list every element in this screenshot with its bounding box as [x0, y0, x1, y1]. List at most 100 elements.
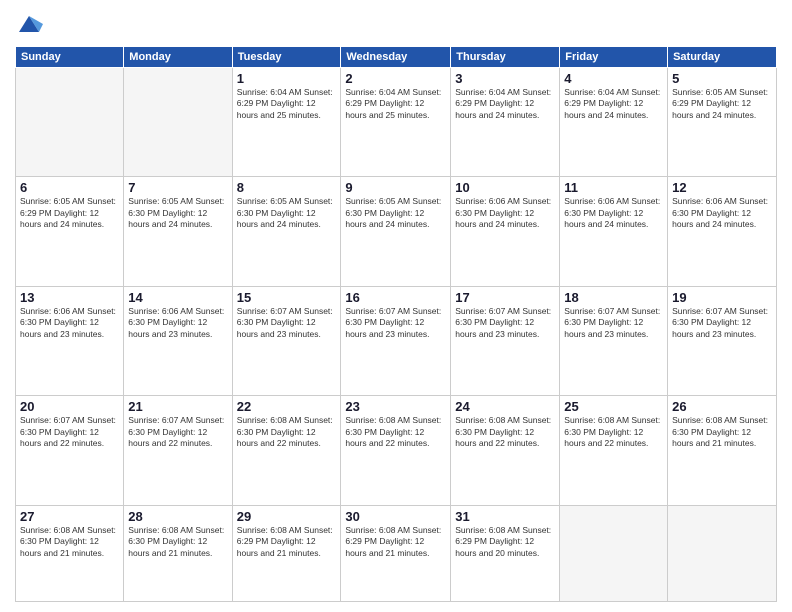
day-detail: Sunrise: 6:08 AM Sunset: 6:30 PM Dayligh… [455, 415, 555, 449]
day-detail: Sunrise: 6:04 AM Sunset: 6:29 PM Dayligh… [564, 87, 663, 121]
day-detail: Sunrise: 6:08 AM Sunset: 6:29 PM Dayligh… [237, 525, 337, 559]
calendar-cell [668, 505, 777, 601]
day-detail: Sunrise: 6:08 AM Sunset: 6:30 PM Dayligh… [128, 525, 227, 559]
day-number: 7 [128, 180, 227, 195]
weekday-header-thursday: Thursday [451, 47, 560, 68]
calendar-cell: 21Sunrise: 6:07 AM Sunset: 6:30 PM Dayli… [124, 396, 232, 505]
day-detail: Sunrise: 6:08 AM Sunset: 6:30 PM Dayligh… [345, 415, 446, 449]
day-detail: Sunrise: 6:08 AM Sunset: 6:29 PM Dayligh… [345, 525, 446, 559]
calendar-cell: 26Sunrise: 6:08 AM Sunset: 6:30 PM Dayli… [668, 396, 777, 505]
day-detail: Sunrise: 6:07 AM Sunset: 6:30 PM Dayligh… [672, 306, 772, 340]
day-detail: Sunrise: 6:06 AM Sunset: 6:30 PM Dayligh… [564, 196, 663, 230]
day-number: 13 [20, 290, 119, 305]
day-number: 21 [128, 399, 227, 414]
day-number: 31 [455, 509, 555, 524]
day-number: 4 [564, 71, 663, 86]
day-number: 14 [128, 290, 227, 305]
calendar-cell: 10Sunrise: 6:06 AM Sunset: 6:30 PM Dayli… [451, 177, 560, 286]
calendar-week-row: 13Sunrise: 6:06 AM Sunset: 6:30 PM Dayli… [16, 286, 777, 395]
calendar-cell: 8Sunrise: 6:05 AM Sunset: 6:30 PM Daylig… [232, 177, 341, 286]
calendar-cell: 23Sunrise: 6:08 AM Sunset: 6:30 PM Dayli… [341, 396, 451, 505]
logo [15, 10, 47, 38]
day-number: 22 [237, 399, 337, 414]
calendar-cell [124, 68, 232, 177]
calendar-cell: 17Sunrise: 6:07 AM Sunset: 6:30 PM Dayli… [451, 286, 560, 395]
calendar-cell: 27Sunrise: 6:08 AM Sunset: 6:30 PM Dayli… [16, 505, 124, 601]
calendar-header: SundayMondayTuesdayWednesdayThursdayFrid… [16, 47, 777, 68]
calendar-cell: 29Sunrise: 6:08 AM Sunset: 6:29 PM Dayli… [232, 505, 341, 601]
day-number: 3 [455, 71, 555, 86]
calendar-week-row: 6Sunrise: 6:05 AM Sunset: 6:29 PM Daylig… [16, 177, 777, 286]
day-detail: Sunrise: 6:07 AM Sunset: 6:30 PM Dayligh… [128, 415, 227, 449]
calendar-cell: 3Sunrise: 6:04 AM Sunset: 6:29 PM Daylig… [451, 68, 560, 177]
day-number: 18 [564, 290, 663, 305]
day-detail: Sunrise: 6:07 AM Sunset: 6:30 PM Dayligh… [237, 306, 337, 340]
calendar-week-row: 1Sunrise: 6:04 AM Sunset: 6:29 PM Daylig… [16, 68, 777, 177]
calendar-cell: 11Sunrise: 6:06 AM Sunset: 6:30 PM Dayli… [560, 177, 668, 286]
day-number: 10 [455, 180, 555, 195]
calendar-cell: 15Sunrise: 6:07 AM Sunset: 6:30 PM Dayli… [232, 286, 341, 395]
day-number: 19 [672, 290, 772, 305]
day-number: 12 [672, 180, 772, 195]
calendar-cell: 24Sunrise: 6:08 AM Sunset: 6:30 PM Dayli… [451, 396, 560, 505]
weekday-header-monday: Monday [124, 47, 232, 68]
day-detail: Sunrise: 6:07 AM Sunset: 6:30 PM Dayligh… [345, 306, 446, 340]
calendar-cell: 9Sunrise: 6:05 AM Sunset: 6:30 PM Daylig… [341, 177, 451, 286]
day-detail: Sunrise: 6:04 AM Sunset: 6:29 PM Dayligh… [237, 87, 337, 121]
calendar-cell: 6Sunrise: 6:05 AM Sunset: 6:29 PM Daylig… [16, 177, 124, 286]
calendar-cell [16, 68, 124, 177]
day-number: 29 [237, 509, 337, 524]
day-number: 26 [672, 399, 772, 414]
calendar-cell: 12Sunrise: 6:06 AM Sunset: 6:30 PM Dayli… [668, 177, 777, 286]
calendar-cell: 31Sunrise: 6:08 AM Sunset: 6:29 PM Dayli… [451, 505, 560, 601]
day-detail: Sunrise: 6:08 AM Sunset: 6:30 PM Dayligh… [672, 415, 772, 449]
day-detail: Sunrise: 6:08 AM Sunset: 6:30 PM Dayligh… [20, 525, 119, 559]
day-number: 2 [345, 71, 446, 86]
calendar-cell: 16Sunrise: 6:07 AM Sunset: 6:30 PM Dayli… [341, 286, 451, 395]
day-number: 30 [345, 509, 446, 524]
day-detail: Sunrise: 6:07 AM Sunset: 6:30 PM Dayligh… [455, 306, 555, 340]
calendar-cell: 1Sunrise: 6:04 AM Sunset: 6:29 PM Daylig… [232, 68, 341, 177]
day-detail: Sunrise: 6:08 AM Sunset: 6:30 PM Dayligh… [564, 415, 663, 449]
day-number: 9 [345, 180, 446, 195]
day-detail: Sunrise: 6:08 AM Sunset: 6:30 PM Dayligh… [237, 415, 337, 449]
day-number: 8 [237, 180, 337, 195]
day-number: 20 [20, 399, 119, 414]
calendar-cell: 30Sunrise: 6:08 AM Sunset: 6:29 PM Dayli… [341, 505, 451, 601]
calendar-cell: 13Sunrise: 6:06 AM Sunset: 6:30 PM Dayli… [16, 286, 124, 395]
day-number: 24 [455, 399, 555, 414]
day-detail: Sunrise: 6:08 AM Sunset: 6:29 PM Dayligh… [455, 525, 555, 559]
day-detail: Sunrise: 6:06 AM Sunset: 6:30 PM Dayligh… [128, 306, 227, 340]
day-detail: Sunrise: 6:05 AM Sunset: 6:29 PM Dayligh… [672, 87, 772, 121]
day-detail: Sunrise: 6:06 AM Sunset: 6:30 PM Dayligh… [672, 196, 772, 230]
day-number: 27 [20, 509, 119, 524]
day-detail: Sunrise: 6:06 AM Sunset: 6:30 PM Dayligh… [455, 196, 555, 230]
calendar-cell: 2Sunrise: 6:04 AM Sunset: 6:29 PM Daylig… [341, 68, 451, 177]
logo-icon [15, 10, 43, 38]
calendar-body: 1Sunrise: 6:04 AM Sunset: 6:29 PM Daylig… [16, 68, 777, 602]
weekday-row: SundayMondayTuesdayWednesdayThursdayFrid… [16, 47, 777, 68]
page: SundayMondayTuesdayWednesdayThursdayFrid… [0, 0, 792, 612]
calendar-cell: 18Sunrise: 6:07 AM Sunset: 6:30 PM Dayli… [560, 286, 668, 395]
day-detail: Sunrise: 6:04 AM Sunset: 6:29 PM Dayligh… [345, 87, 446, 121]
day-detail: Sunrise: 6:04 AM Sunset: 6:29 PM Dayligh… [455, 87, 555, 121]
day-detail: Sunrise: 6:07 AM Sunset: 6:30 PM Dayligh… [20, 415, 119, 449]
day-number: 16 [345, 290, 446, 305]
day-number: 1 [237, 71, 337, 86]
day-number: 6 [20, 180, 119, 195]
day-number: 17 [455, 290, 555, 305]
calendar-cell: 20Sunrise: 6:07 AM Sunset: 6:30 PM Dayli… [16, 396, 124, 505]
calendar-table: SundayMondayTuesdayWednesdayThursdayFrid… [15, 46, 777, 602]
header [15, 10, 777, 38]
calendar-cell: 7Sunrise: 6:05 AM Sunset: 6:30 PM Daylig… [124, 177, 232, 286]
day-detail: Sunrise: 6:05 AM Sunset: 6:30 PM Dayligh… [345, 196, 446, 230]
weekday-header-friday: Friday [560, 47, 668, 68]
calendar-cell: 5Sunrise: 6:05 AM Sunset: 6:29 PM Daylig… [668, 68, 777, 177]
day-number: 11 [564, 180, 663, 195]
calendar-cell: 14Sunrise: 6:06 AM Sunset: 6:30 PM Dayli… [124, 286, 232, 395]
day-detail: Sunrise: 6:06 AM Sunset: 6:30 PM Dayligh… [20, 306, 119, 340]
day-detail: Sunrise: 6:05 AM Sunset: 6:29 PM Dayligh… [20, 196, 119, 230]
calendar-cell: 22Sunrise: 6:08 AM Sunset: 6:30 PM Dayli… [232, 396, 341, 505]
day-detail: Sunrise: 6:05 AM Sunset: 6:30 PM Dayligh… [237, 196, 337, 230]
calendar-cell [560, 505, 668, 601]
